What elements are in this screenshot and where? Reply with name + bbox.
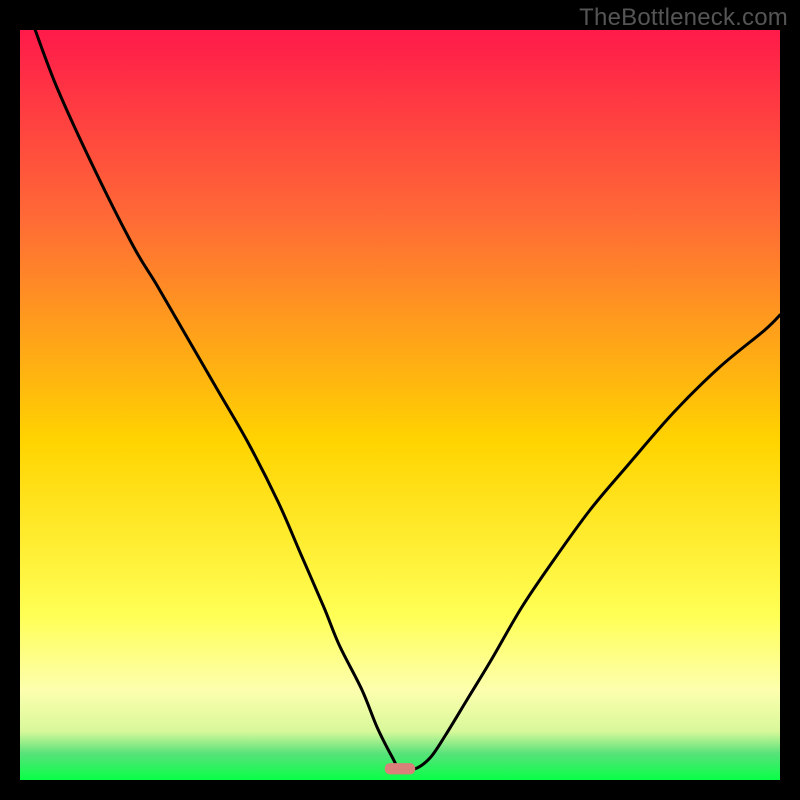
gradient-background [20, 30, 780, 780]
chart-svg [20, 30, 780, 780]
watermark-text: TheBottleneck.com [579, 4, 788, 32]
optimal-marker [385, 763, 415, 774]
plot-area [20, 30, 780, 780]
chart-frame: TheBottleneck.com [0, 0, 800, 800]
